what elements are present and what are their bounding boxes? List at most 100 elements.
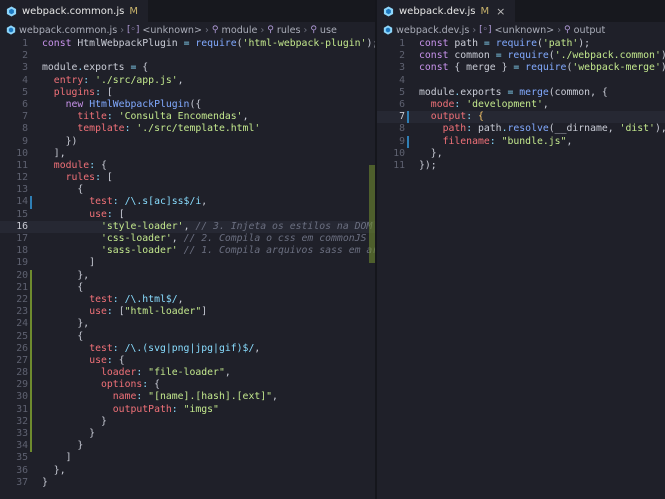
code-text: }, (419, 148, 443, 160)
breadcrumb-item[interactable]: <unknown> (495, 25, 555, 36)
code-token: 'css-loader' (100, 233, 172, 244)
code-line[interactable]: 21 { (0, 281, 375, 294)
code-line[interactable]: 15 use: [ (0, 209, 375, 221)
code-line[interactable]: 6 new HtmlWebpackPlugin({ (0, 99, 375, 111)
code-line[interactable]: 37} (0, 477, 375, 489)
code-line[interactable]: 23 use: ["html-loader"] (0, 306, 375, 319)
code-line[interactable]: 3 const { merge } = require('webpack-merg… (377, 62, 665, 74)
code-line[interactable]: 13 { (0, 184, 375, 196)
code-line[interactable]: 9 filename: "bundle.js", (377, 135, 665, 148)
code-token: filename (442, 135, 490, 147)
code-line[interactable]: 5 module.exports = merge(common, { (377, 87, 665, 99)
breadcrumb-item[interactable]: module (221, 25, 257, 36)
code-line[interactable]: 9 }) (0, 136, 375, 148)
line-number: 2 (22, 50, 28, 62)
code-token: }) (42, 135, 78, 147)
code-line[interactable]: 11}); (377, 160, 665, 172)
editor-pane-right[interactable]: webpack.dev.js M × webpack.dev.js › [◦] … (377, 0, 665, 499)
tab-webpack-common[interactable]: webpack.common.js M (0, 0, 148, 22)
code-token: }, (42, 464, 66, 476)
code-line[interactable]: 12 rules: [ (0, 172, 375, 184)
code-token: ); (366, 38, 375, 49)
code-line[interactable]: 10 ], (0, 148, 375, 160)
git-added-marker[interactable] (30, 342, 32, 355)
line-number: 9 (22, 135, 28, 147)
breadcrumb-left: webpack.common.js › [◦] <unknown> › ⚲ mo… (0, 22, 375, 38)
code-token: output (430, 111, 467, 123)
breadcrumb-item[interactable]: use (320, 25, 337, 36)
code-line[interactable]: 1 const HtmlWebpackPlugin = require('html… (0, 38, 375, 50)
code-line[interactable]: 17 'css-loader', // 2. Compila o css em … (0, 233, 375, 245)
code-line[interactable]: 7 output: { (377, 111, 665, 124)
code-line[interactable]: 14 test: /\.s[ac]ss$/i, (0, 196, 375, 209)
code-line[interactable]: 36 }, (0, 465, 375, 477)
code-line[interactable]: 28 loader: "file-loader", (0, 367, 375, 380)
code-line[interactable]: 22 test: /\.html$/, (0, 293, 375, 307)
breadcrumb-item[interactable]: webpack.dev.js (396, 25, 469, 36)
git-added-marker[interactable] (30, 428, 32, 441)
code-line[interactable]: 4 (377, 75, 665, 87)
code-line[interactable]: 10 }, (377, 148, 665, 160)
code-token: module (42, 62, 78, 74)
code-editor-right[interactable]: 1 const path = require('path'); 2 const com… (377, 38, 665, 172)
code-token: const (42, 38, 78, 49)
git-added-marker[interactable] (30, 415, 32, 428)
code-token: require (495, 38, 537, 49)
code-line[interactable]: 32 } (0, 415, 375, 428)
git-added-marker[interactable] (30, 391, 32, 404)
code-line[interactable]: 8 path: path.resolve(__dirname, 'dist'), (377, 123, 665, 135)
git-added-marker[interactable] (30, 354, 32, 368)
code-line[interactable]: 6 mode: 'development', (377, 99, 665, 111)
git-added-marker[interactable] (30, 367, 32, 380)
git-added-marker[interactable] (30, 440, 32, 453)
git-added-marker[interactable] (30, 306, 32, 319)
code-line[interactable]: 27 use: { (0, 354, 375, 368)
code-line[interactable]: 2 (0, 50, 375, 62)
code-line[interactable]: 7 title: 'Consulta Encomendas', (0, 111, 375, 123)
close-icon[interactable]: × (496, 5, 505, 18)
code-line[interactable]: 19 ] (0, 257, 375, 269)
editor-pane-left[interactable]: webpack.common.js M webpack.common.js › … (0, 0, 375, 499)
code-line[interactable]: 16 'style-loader', // 3. Injeta os estil… (0, 220, 375, 233)
code-line[interactable]: 31 outputPath: "imgs" (0, 403, 375, 416)
code-line[interactable]: 35 ] (0, 452, 375, 464)
git-added-marker[interactable] (30, 379, 32, 392)
code-line[interactable]: 2 const common = require('./webpack.commo… (377, 50, 665, 62)
code-line[interactable]: 20 }, (0, 269, 375, 282)
code-line[interactable]: 4 entry: './src/app.js', (0, 75, 375, 87)
code-token: : (95, 86, 107, 98)
code-line[interactable]: 5 plugins: [ (0, 87, 375, 99)
git-added-marker[interactable] (30, 330, 32, 343)
code-line[interactable]: 34 } (0, 440, 375, 453)
code-line[interactable]: 33 } (0, 428, 375, 441)
code-line[interactable]: 8 template: './src/template.html' (0, 123, 375, 135)
breadcrumb-item[interactable]: rules (277, 25, 301, 36)
code-editor-left[interactable]: 1 const HtmlWebpackPlugin = require('html… (0, 38, 375, 489)
git-modified-marker[interactable] (30, 196, 32, 209)
code-line[interactable]: 30 name: "[name].[hash].[ext]", (0, 391, 375, 404)
git-modified-marker[interactable] (407, 111, 409, 124)
code-text: }) (42, 135, 78, 148)
code-line[interactable]: 25 { (0, 330, 375, 343)
code-token: } (42, 428, 96, 439)
code-line[interactable]: 3 module.exports = { (0, 62, 375, 74)
breadcrumb-item[interactable]: <unknown> (142, 25, 202, 36)
code-line[interactable]: 11 module: { (0, 160, 375, 172)
breadcrumb-item[interactable]: webpack.common.js (19, 25, 117, 36)
breadcrumb-item[interactable]: output (574, 25, 606, 36)
code-token: : (136, 391, 149, 403)
code-line[interactable]: 1 const path = require('path'); (377, 38, 665, 50)
line-number: 20 (16, 269, 28, 281)
code-line[interactable]: 26 test: /\.(svg|png|jpg|gif)$/, (0, 342, 375, 355)
git-added-marker[interactable] (30, 293, 32, 307)
tab-webpack-dev[interactable]: webpack.dev.js M × (377, 0, 516, 22)
git-modified-marker[interactable] (407, 135, 409, 148)
git-added-marker[interactable] (30, 281, 32, 294)
code-line[interactable]: 24 }, (0, 318, 375, 331)
git-added-marker[interactable] (30, 269, 32, 282)
git-added-marker[interactable] (30, 403, 32, 416)
code-line[interactable]: 29 options: { (0, 379, 375, 392)
code-line[interactable]: 18 'sass-loader' // 1. Compila arquivos … (0, 245, 375, 257)
git-added-marker[interactable] (30, 318, 32, 331)
